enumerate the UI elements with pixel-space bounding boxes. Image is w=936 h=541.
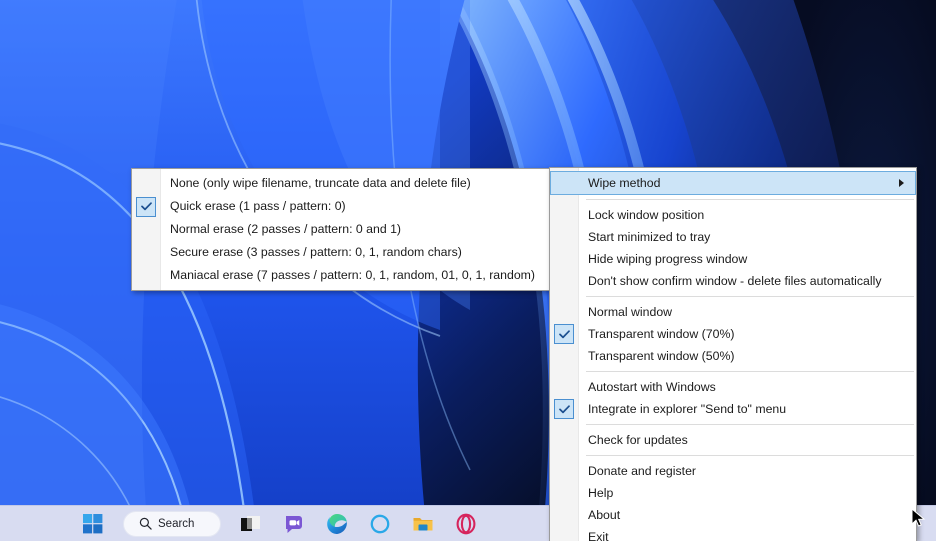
check-icon	[554, 399, 574, 419]
menu-item-wipe-maniacal[interactable]: Maniacal erase (7 passes / pattern: 0, 1…	[132, 264, 549, 287]
menu-item-label: Autostart with Windows	[588, 376, 902, 398]
menu-item-exit[interactable]: Exit	[550, 526, 916, 541]
menu-item-label: Start minimized to tray	[588, 226, 902, 248]
menu-item-label: Lock window position	[588, 204, 902, 226]
edge-icon[interactable]	[320, 509, 354, 539]
menu-item-label: Don't show confirm window - delete files…	[588, 270, 902, 292]
menu-separator	[586, 424, 914, 425]
menu-item-wipe-quick[interactable]: Quick erase (1 pass / pattern: 0)	[132, 195, 549, 218]
windows-logo-icon	[83, 514, 103, 534]
menu-item-integrate-send-to-menu[interactable]: Integrate in explorer "Send to" menu	[550, 398, 916, 420]
wipe-method-submenu[interactable]: None (only wipe filename, truncate data …	[131, 168, 550, 291]
tray-context-menu[interactable]: Wipe method Lock window position Start m…	[549, 167, 917, 541]
menu-separator	[586, 455, 914, 456]
menu-item-label: Hide wiping progress window	[588, 248, 902, 270]
search-icon	[139, 517, 152, 530]
menu-item-transparent-window-70[interactable]: Transparent window (70%)	[550, 323, 916, 345]
tray-menu-items: Wipe method Lock window position Start m…	[550, 168, 916, 541]
search-box[interactable]: Search	[123, 511, 221, 537]
menu-item-check-for-updates[interactable]: Check for updates	[550, 429, 916, 451]
menu-item-label: Check for updates	[588, 429, 902, 451]
menu-item-label: Normal window	[588, 301, 902, 323]
cortana-circle-icon[interactable]	[363, 509, 397, 539]
menu-item-label: Exit	[588, 526, 902, 541]
menu-item-label: Quick erase (1 pass / pattern: 0)	[170, 195, 535, 218]
menu-item-label: Wipe method	[588, 172, 901, 194]
menu-item-donate-and-register[interactable]: Donate and register	[550, 460, 916, 482]
menu-item-wipe-method[interactable]: Wipe method	[550, 171, 916, 195]
menu-item-label: About	[588, 504, 902, 526]
menu-item-wipe-secure[interactable]: Secure erase (3 passes / pattern: 0, 1, …	[132, 241, 549, 264]
menu-item-normal-window[interactable]: Normal window	[550, 301, 916, 323]
menu-item-autostart-with-windows[interactable]: Autostart with Windows	[550, 376, 916, 398]
menu-item-label: Integrate in explorer "Send to" menu	[588, 398, 902, 420]
menu-item-wipe-normal[interactable]: Normal erase (2 passes / pattern: 0 and …	[132, 218, 549, 241]
menu-item-label: None (only wipe filename, truncate data …	[170, 172, 535, 195]
check-icon	[136, 197, 156, 217]
taskbar-items: Search	[76, 509, 483, 539]
menu-item-label: Donate and register	[588, 460, 902, 482]
menu-item-hide-wiping-progress-window[interactable]: Hide wiping progress window	[550, 248, 916, 270]
menu-item-label: Maniacal erase (7 passes / pattern: 0, 1…	[170, 264, 535, 287]
menu-item-label: Transparent window (50%)	[588, 345, 902, 367]
wipe-method-items: None (only wipe filename, truncate data …	[132, 169, 549, 290]
search-label: Search	[158, 518, 194, 530]
menu-separator	[586, 371, 914, 372]
menu-item-help[interactable]: Help	[550, 482, 916, 504]
menu-item-about[interactable]: About	[550, 504, 916, 526]
check-icon	[554, 324, 574, 344]
file-shredder-app-icon[interactable]	[234, 509, 268, 539]
menu-item-dont-show-confirm-window[interactable]: Don't show confirm window - delete files…	[550, 270, 916, 292]
chevron-right-icon	[899, 179, 904, 187]
menu-item-label: Secure erase (3 passes / pattern: 0, 1, …	[170, 241, 535, 264]
file-explorer-icon[interactable]	[406, 509, 440, 539]
menu-item-label: Help	[588, 482, 902, 504]
menu-item-transparent-window-50[interactable]: Transparent window (50%)	[550, 345, 916, 367]
desktop-screen: None (only wipe filename, truncate data …	[0, 0, 936, 541]
menu-item-lock-window-position[interactable]: Lock window position	[550, 204, 916, 226]
menu-item-label: Normal erase (2 passes / pattern: 0 and …	[170, 218, 535, 241]
menu-separator	[586, 296, 914, 297]
menu-item-start-minimized-to-tray[interactable]: Start minimized to tray	[550, 226, 916, 248]
teams-icon[interactable]	[277, 509, 311, 539]
opera-icon[interactable]	[449, 509, 483, 539]
menu-item-wipe-none[interactable]: None (only wipe filename, truncate data …	[132, 172, 549, 195]
menu-separator	[586, 199, 914, 200]
start-button[interactable]	[76, 509, 110, 539]
menu-item-label: Transparent window (70%)	[588, 323, 902, 345]
